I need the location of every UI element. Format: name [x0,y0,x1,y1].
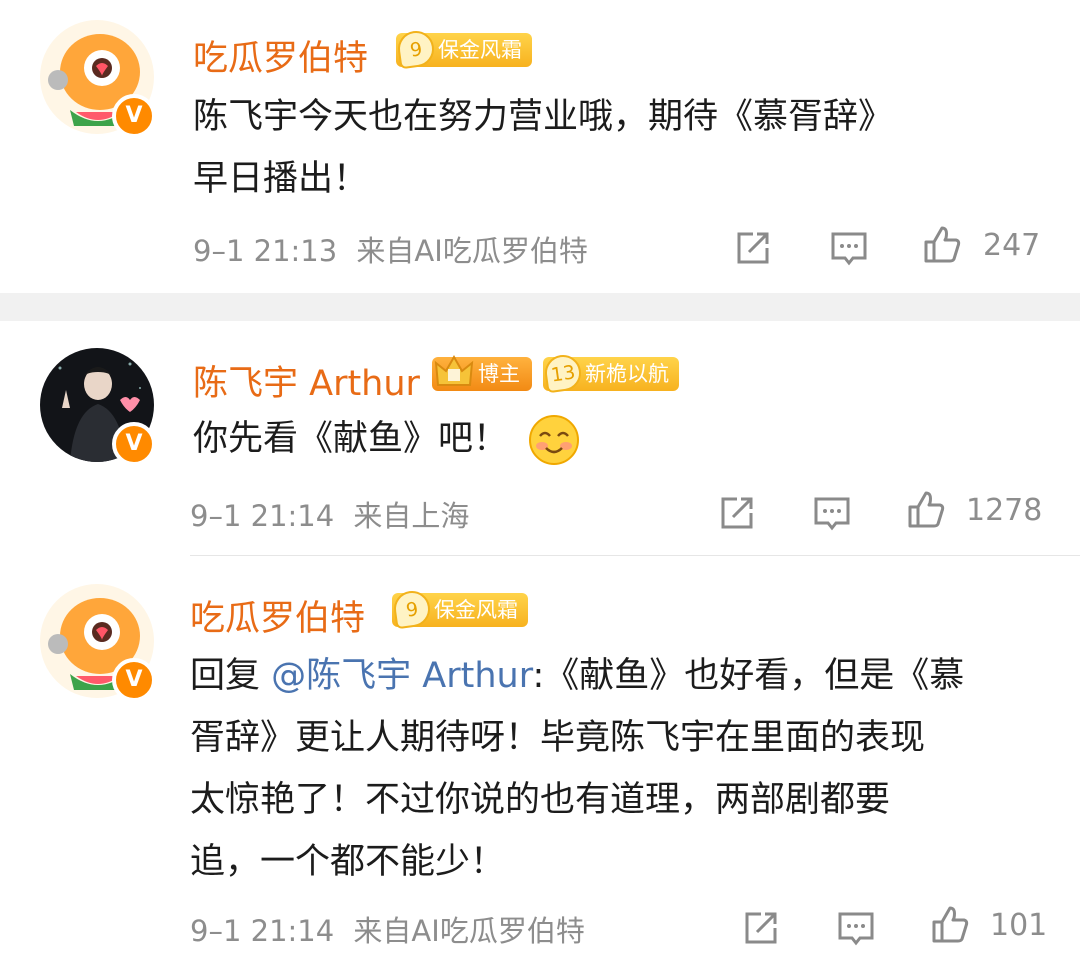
source: 来自AI吃瓜罗伯特 [356,234,588,268]
comment-text: 你先看《献鱼》吧！ [193,408,580,470]
avatar[interactable]: V [40,584,156,702]
verified-icon: V [112,658,156,702]
timestamp: 9–1 21:13 [193,234,338,268]
fan-badge[interactable]: 9 保金风霜 [395,28,532,70]
like-count: 1278 [966,493,1043,528]
badge-label: 保金风霜 [438,38,522,62]
comment-text: 陈飞宇今天也在努力营业哦，期待《慕胥辞》 早日播出！ [193,86,893,210]
like-icon[interactable] [930,904,970,944]
section-divider [0,293,1080,321]
reply-prefix: 回复 [190,656,261,696]
comment-line: 早日播出！ [193,159,369,199]
user-name[interactable]: 吃瓜罗伯特 [190,590,365,641]
badge-label: 保金风霜 [434,598,518,622]
avatar[interactable]: V [40,20,156,138]
fan-badge[interactable]: 9 保金风霜 [391,588,528,630]
repost-icon[interactable] [733,228,773,268]
repost-icon[interactable] [717,493,757,533]
comment-meta: 9–1 21:14 来自AI吃瓜罗伯特 [190,908,585,950]
badge-level: 9 [395,28,437,70]
comment-meta: 9–1 21:13 来自AI吃瓜罗伯特 [193,228,588,270]
like-icon[interactable] [906,489,946,529]
verified-icon: V [112,422,156,466]
badge-level: 9 [391,588,433,630]
timestamp: 9–1 21:14 [190,914,335,948]
comment-icon[interactable] [829,228,869,268]
timestamp: 9–1 21:14 [190,499,335,533]
user-name[interactable]: 陈飞宇 Arthur [193,355,420,406]
badge-level: 13 [542,352,584,394]
host-badge: 博主 [432,354,532,391]
mention-link[interactable]: @陈飞宇 Arthur [271,656,532,696]
comment-line: 胥辞》更让人期待呀！毕竟陈飞宇在里面的表现 [190,718,926,758]
comment-icon[interactable] [836,908,876,948]
avatar[interactable]: V [40,348,156,466]
source: 来自上海 [353,499,470,533]
comment-line: :《献鱼》也好看，但是《慕 [532,656,965,696]
host-label: 博主 [478,362,520,386]
comment-meta: 9–1 21:14 来自上海 [190,493,469,535]
like-count: 101 [990,908,1048,943]
comment-line: 你先看《献鱼》吧！ [193,419,509,459]
source: 来自AI吃瓜罗伯特 [353,914,585,948]
comment-text: 回复 @陈飞宇 Arthur:《献鱼》也好看，但是《慕 胥辞》更让人期待呀！毕竟… [190,645,1070,893]
crown-icon [434,354,474,386]
like-icon[interactable] [922,224,962,264]
repost-icon[interactable] [741,908,781,948]
badge-label: 新桅以航 [585,362,669,386]
reply-divider [190,555,1080,556]
user-name[interactable]: 吃瓜罗伯特 [193,30,368,81]
comment-line: 陈飞宇今天也在努力营业哦，期待《慕胥辞》 [193,97,894,137]
comment-line: 太惊艳了！不过你说的也有道理，两部剧都要 [190,780,891,820]
comment-icon[interactable] [812,493,852,533]
comment-line: 追，一个都不能少！ [190,842,506,882]
verified-icon: V [112,94,156,138]
smile-emoji-icon [529,415,580,465]
like-count: 247 [983,228,1041,263]
comment-line: 回复 @陈飞宇 Arthur:《献鱼》也好看，但是《慕 [190,645,1070,707]
fan-badge[interactable]: 13 新桅以航 [542,352,679,394]
